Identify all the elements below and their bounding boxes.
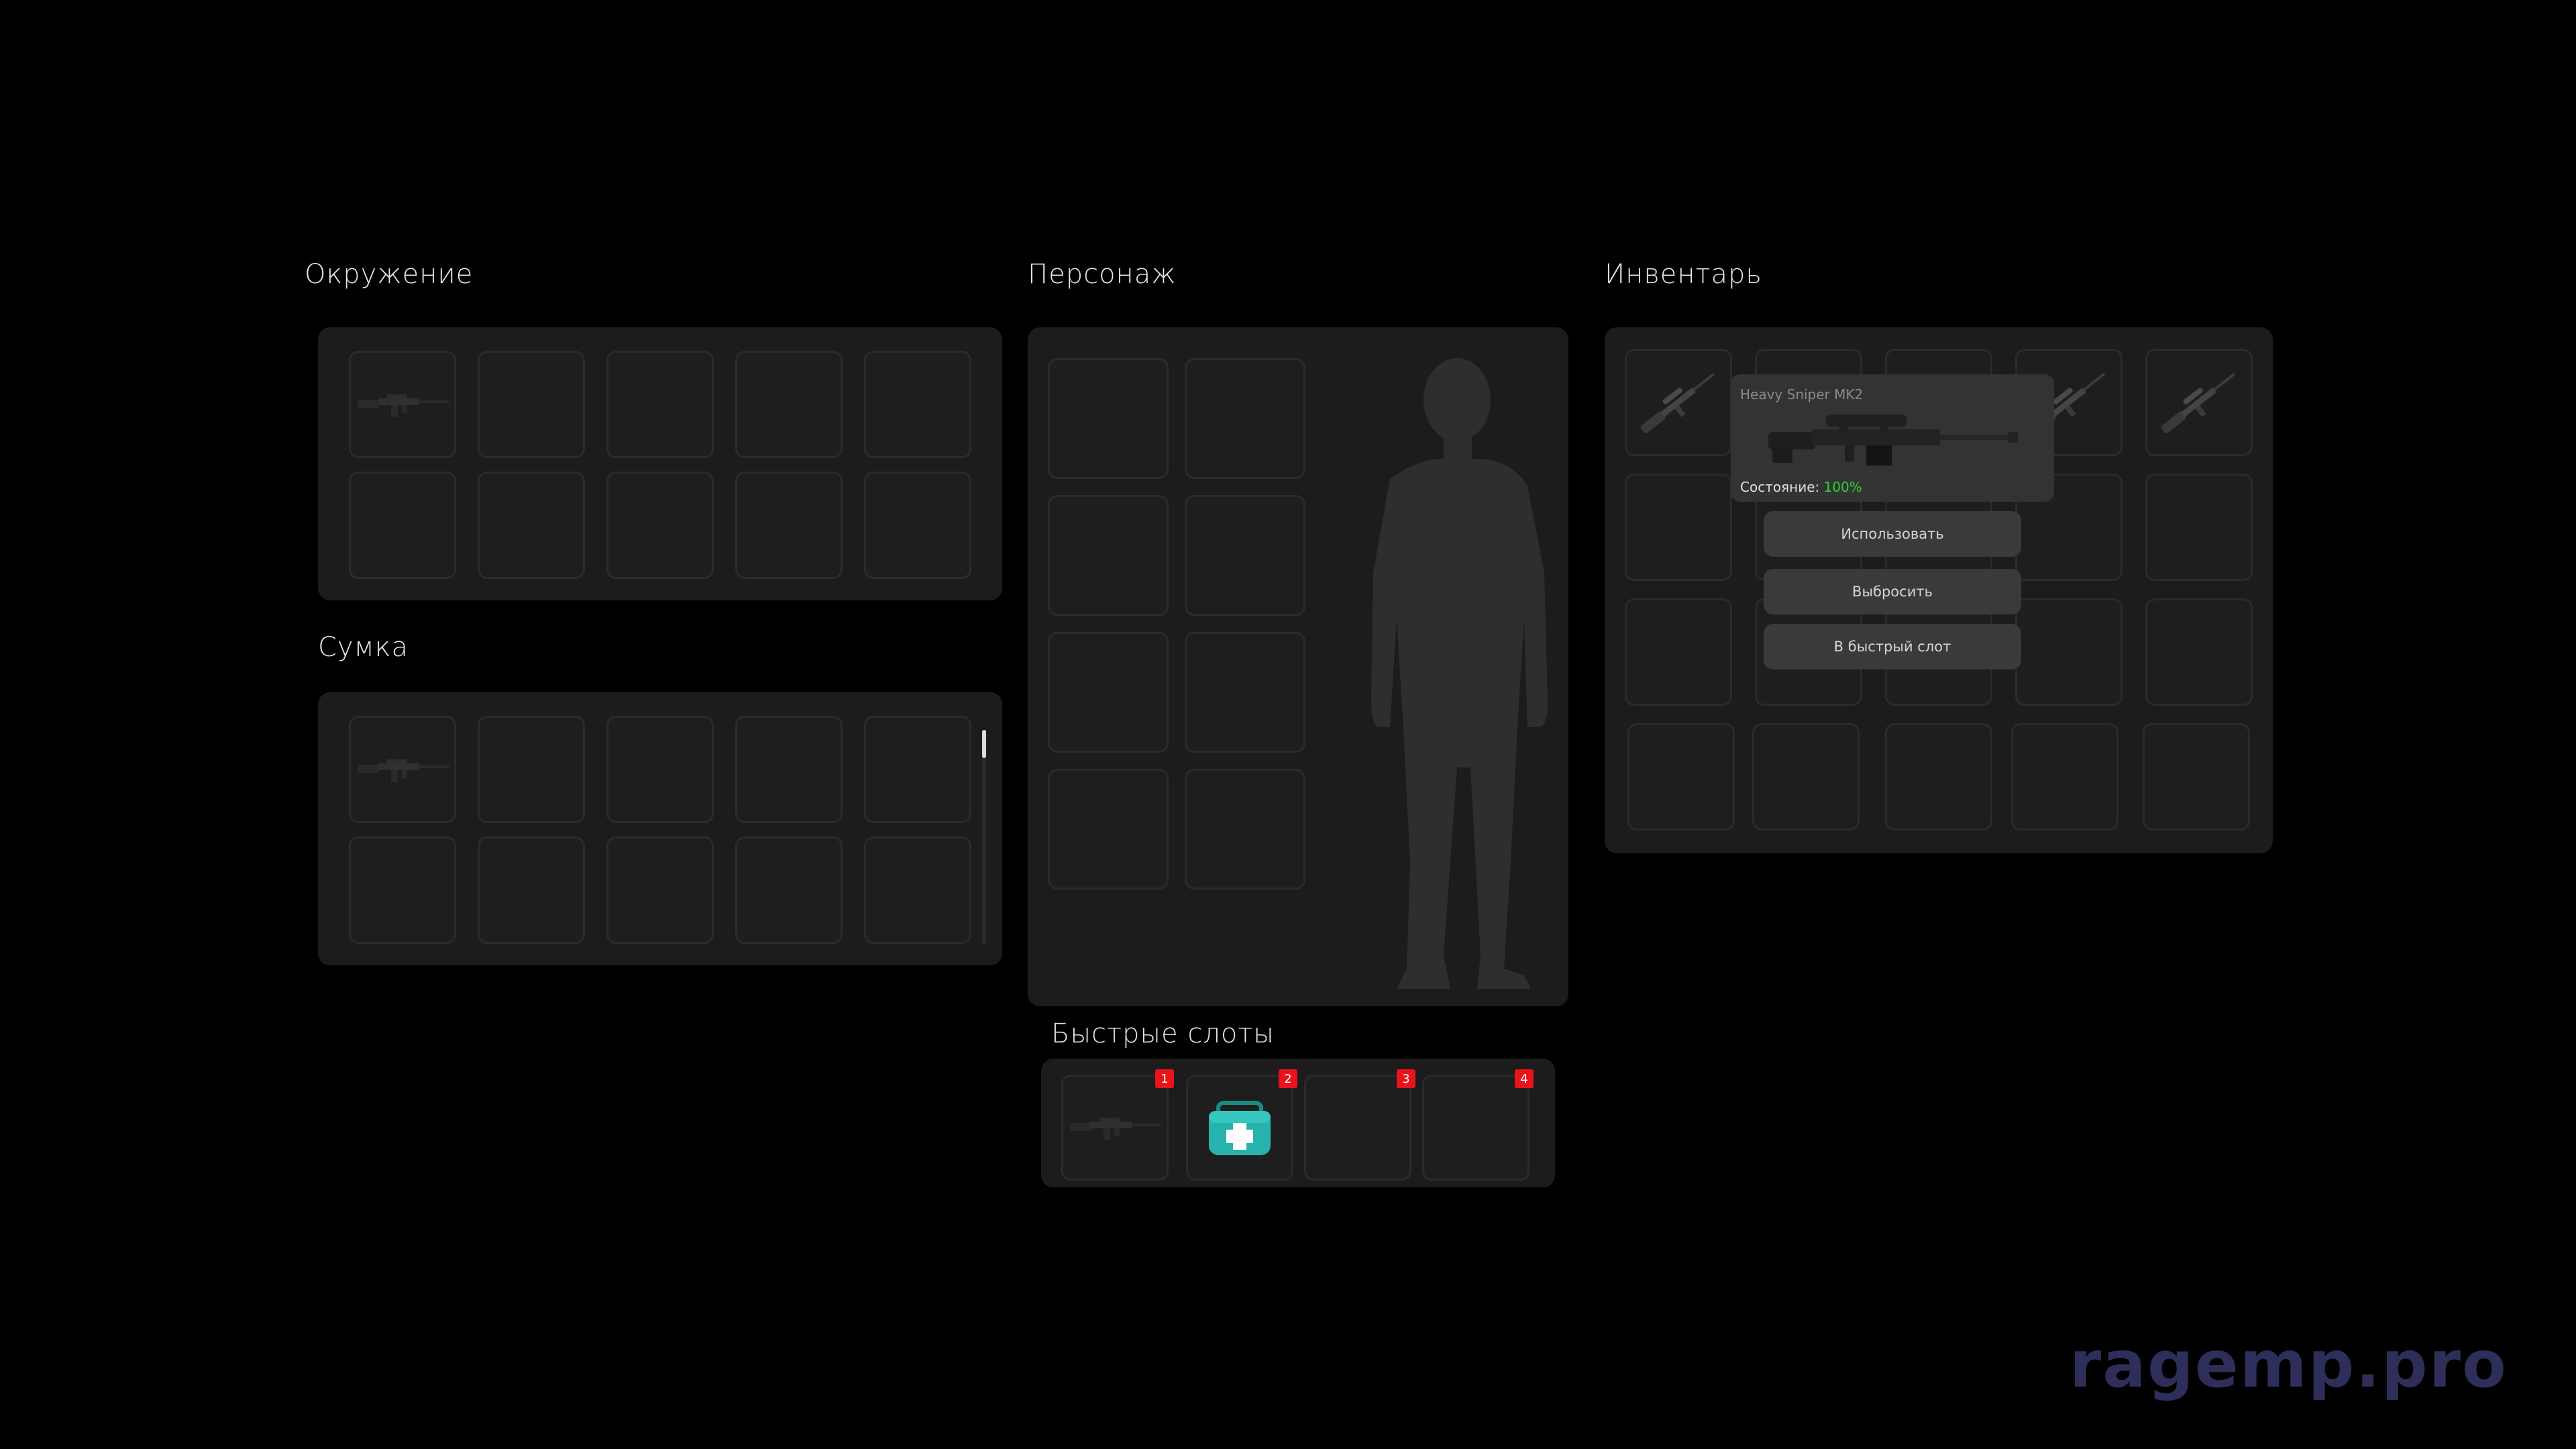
quick-slot-4[interactable] (1422, 1075, 1529, 1181)
quick-slot-2[interactable] (1186, 1075, 1293, 1181)
inventory-slot[interactable] (1885, 723, 1992, 830)
inventory-slot[interactable] (2011, 723, 2118, 830)
character-silhouette (1371, 358, 1548, 989)
bag-scrollbar[interactable] (982, 730, 986, 945)
inventory-slot[interactable] (2015, 598, 2123, 706)
bag-title: Сумка (318, 632, 409, 663)
bag-slot[interactable] (349, 837, 456, 944)
watermark: ragemp.pro (2069, 1327, 2508, 1402)
surroundings-slot[interactable] (478, 351, 585, 458)
surroundings-panel (318, 327, 1002, 600)
surroundings-slot[interactable] (606, 351, 714, 458)
surroundings-slot[interactable] (864, 472, 971, 579)
quick-slot-number-1: 1 (1155, 1069, 1174, 1088)
inventory-slot[interactable] (2143, 723, 2250, 830)
bag-panel (318, 692, 1002, 965)
inventory-slot[interactable] (2145, 598, 2253, 706)
bag-slot[interactable] (735, 716, 843, 823)
inventory-slot[interactable] (1625, 598, 1732, 706)
inventory-title: Инвентарь (1605, 259, 1762, 290)
sniper-rifle-icon (2161, 372, 2236, 433)
rifle-icon (358, 394, 449, 417)
bag-slot[interactable] (606, 837, 714, 944)
surroundings-slot[interactable] (606, 472, 714, 579)
equipment-slot[interactable] (1048, 769, 1169, 890)
surroundings-slot[interactable] (864, 351, 971, 458)
inventory-slot[interactable] (1625, 349, 1732, 456)
bag-slot[interactable] (864, 837, 971, 944)
equipment-slot[interactable] (1048, 358, 1169, 479)
character-title: Персонаж (1028, 259, 1177, 290)
quick-slots-title: Быстрые слоты (1051, 1018, 1275, 1049)
quick-slot-button[interactable]: В быстрый слот (1764, 624, 2021, 669)
inventory-slot[interactable] (1625, 474, 1732, 581)
surroundings-title: Окружение (305, 259, 474, 290)
item-tooltip: Heavy Sniper MK2 Состояние: 100% (1731, 374, 2054, 502)
quick-slot-3[interactable] (1304, 1075, 1411, 1181)
inventory-slot[interactable] (2145, 349, 2253, 456)
condition-value: 100% (1823, 479, 1862, 495)
surroundings-slot[interactable] (735, 472, 843, 579)
character-panel (1028, 327, 1568, 1006)
equipment-slot[interactable] (1185, 358, 1305, 479)
bag-slot[interactable] (735, 837, 843, 944)
rifle-icon (358, 759, 449, 782)
surroundings-slot[interactable] (349, 472, 456, 579)
quick-slot-number-4: 4 (1515, 1069, 1534, 1088)
quick-slot-number-3: 3 (1397, 1069, 1415, 1088)
rifle-icon (1070, 1118, 1161, 1140)
surroundings-slot[interactable] (349, 351, 456, 458)
item-condition: Состояние: 100% (1740, 479, 1862, 495)
surroundings-slot[interactable] (478, 472, 585, 579)
bag-slot[interactable] (478, 716, 585, 823)
equipment-slot[interactable] (1048, 632, 1169, 753)
surroundings-slot[interactable] (735, 351, 843, 458)
equipment-slot[interactable] (1048, 495, 1169, 616)
bag-slot[interactable] (606, 716, 714, 823)
inventory-slot[interactable] (2145, 474, 2253, 581)
quick-slot-1[interactable] (1061, 1075, 1169, 1181)
bag-slot[interactable] (864, 716, 971, 823)
equipment-slot[interactable] (1185, 769, 1305, 890)
medkit-icon (1209, 1101, 1271, 1155)
inventory-slot[interactable] (1627, 723, 1735, 830)
equipment-slot[interactable] (1185, 495, 1305, 616)
bag-scroll-thumb[interactable] (982, 730, 986, 758)
quick-slot-number-2: 2 (1279, 1069, 1297, 1088)
inventory-slot[interactable] (1752, 723, 1860, 830)
drop-button[interactable]: Выбросить (1764, 569, 2021, 614)
item-name: Heavy Sniper MK2 (1740, 386, 1864, 402)
heavy-sniper-icon (1768, 415, 2018, 466)
bag-slot[interactable] (349, 716, 456, 823)
equipment-slot[interactable] (1185, 632, 1305, 753)
quick-slots-panel: 1 2 3 4 (1041, 1059, 1555, 1187)
sniper-rifle-icon (1640, 372, 1715, 433)
condition-label: Состояние: (1740, 479, 1820, 495)
use-button[interactable]: Использовать (1764, 511, 2021, 557)
bag-slot[interactable] (478, 837, 585, 944)
